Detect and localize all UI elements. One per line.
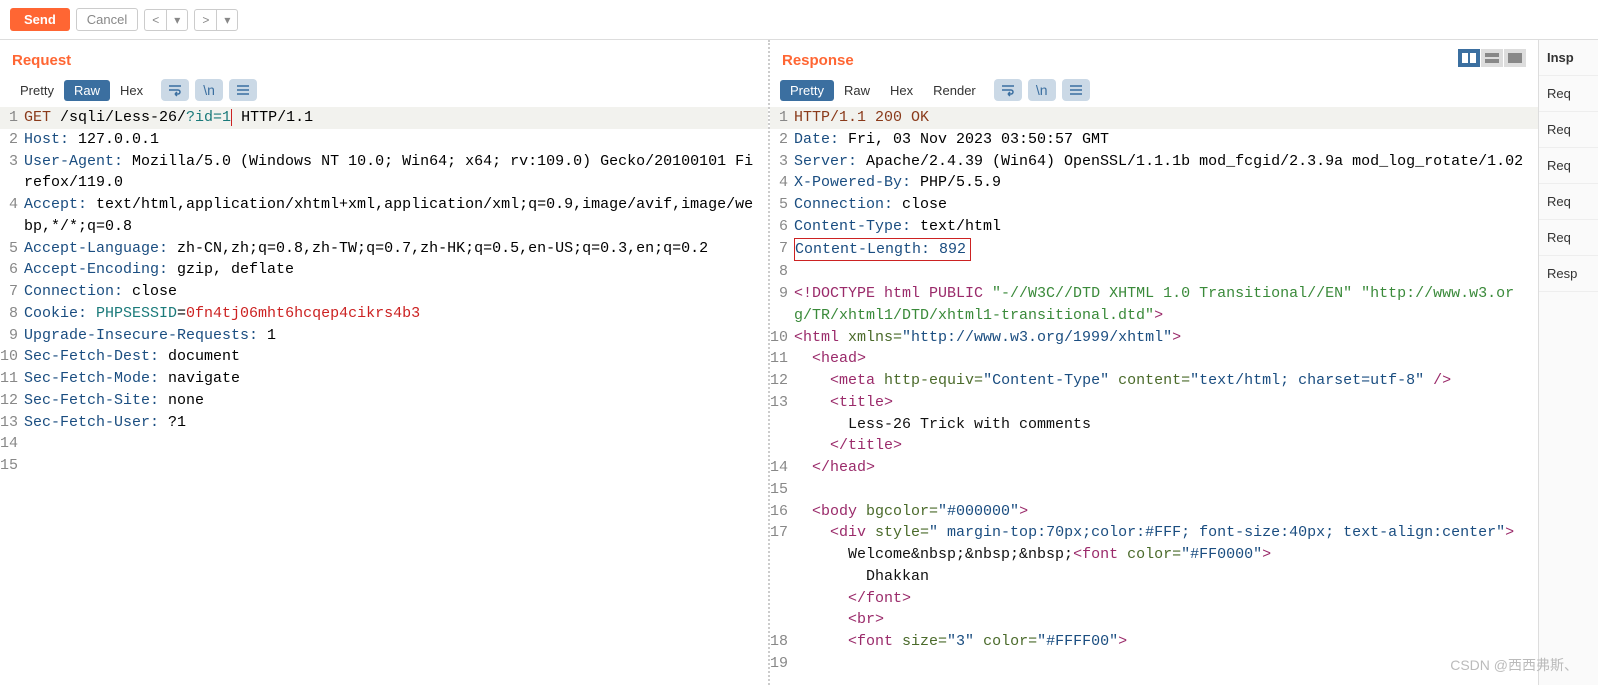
menu-icon[interactable] xyxy=(229,79,257,101)
request-editor[interactable]: 1GET /sqli/Less-26/?id=1 HTTP/1.1 2Host:… xyxy=(0,105,768,685)
response-editor[interactable]: 1HTTP/1.1 200 OK 2Date: Fri, 03 Nov 2023… xyxy=(770,105,1538,685)
sidebar-item[interactable]: Insp xyxy=(1539,40,1598,76)
watermark: CSDN @西西弗斯、 xyxy=(1450,655,1578,675)
request-pane: Request Pretty Raw Hex \n 1GET /sqli/Les… xyxy=(0,40,770,685)
request-title: Request xyxy=(0,40,768,79)
inspector-sidebar: Insp Req Req Req Req Req Resp xyxy=(1538,40,1598,685)
layout-toggle xyxy=(1458,49,1538,71)
layout-single-icon[interactable] xyxy=(1504,49,1526,67)
history-forward-group: > ▾ xyxy=(194,9,238,31)
response-tabs: Pretty Raw Hex Render \n xyxy=(770,79,1538,105)
layout-split-icon[interactable] xyxy=(1458,49,1480,67)
toolbar: Send Cancel < ▾ > ▾ xyxy=(0,0,1598,40)
forward-button[interactable]: > xyxy=(194,9,216,31)
menu-icon[interactable] xyxy=(1062,79,1090,101)
sidebar-item[interactable]: Req xyxy=(1539,220,1598,256)
tab-raw[interactable]: Raw xyxy=(64,80,110,101)
response-pane: Response Pretty Raw Hex Render \n 1HTTP/… xyxy=(770,40,1538,685)
main: Request Pretty Raw Hex \n 1GET /sqli/Les… xyxy=(0,40,1598,685)
tab-pretty[interactable]: Pretty xyxy=(780,80,834,101)
tab-hex[interactable]: Hex xyxy=(110,80,153,101)
wrap-icon[interactable] xyxy=(994,79,1022,101)
sidebar-item[interactable]: Req xyxy=(1539,76,1598,112)
sidebar-item[interactable]: Req xyxy=(1539,184,1598,220)
response-title: Response xyxy=(770,40,866,79)
http-method: GET xyxy=(24,109,51,126)
back-button[interactable]: < xyxy=(144,9,166,31)
request-tabs: Pretty Raw Hex \n xyxy=(0,79,768,105)
tab-raw[interactable]: Raw xyxy=(834,80,880,101)
history-back-group: < ▾ xyxy=(144,9,188,31)
cancel-button[interactable]: Cancel xyxy=(76,8,138,31)
wrap-icon[interactable] xyxy=(161,79,189,101)
back-dropdown[interactable]: ▾ xyxy=(166,9,188,31)
sidebar-item[interactable]: Req xyxy=(1539,112,1598,148)
newline-icon[interactable]: \n xyxy=(195,79,223,101)
send-button[interactable]: Send xyxy=(10,8,70,31)
layout-stack-icon[interactable] xyxy=(1481,49,1503,67)
sidebar-item[interactable]: Req xyxy=(1539,148,1598,184)
tab-render[interactable]: Render xyxy=(923,80,986,101)
content-length-highlight: Content-Length: 892 xyxy=(794,238,971,262)
tab-hex[interactable]: Hex xyxy=(880,80,923,101)
forward-dropdown[interactable]: ▾ xyxy=(216,9,238,31)
sidebar-item[interactable]: Resp xyxy=(1539,256,1598,292)
tab-pretty[interactable]: Pretty xyxy=(10,80,64,101)
newline-icon[interactable]: \n xyxy=(1028,79,1056,101)
